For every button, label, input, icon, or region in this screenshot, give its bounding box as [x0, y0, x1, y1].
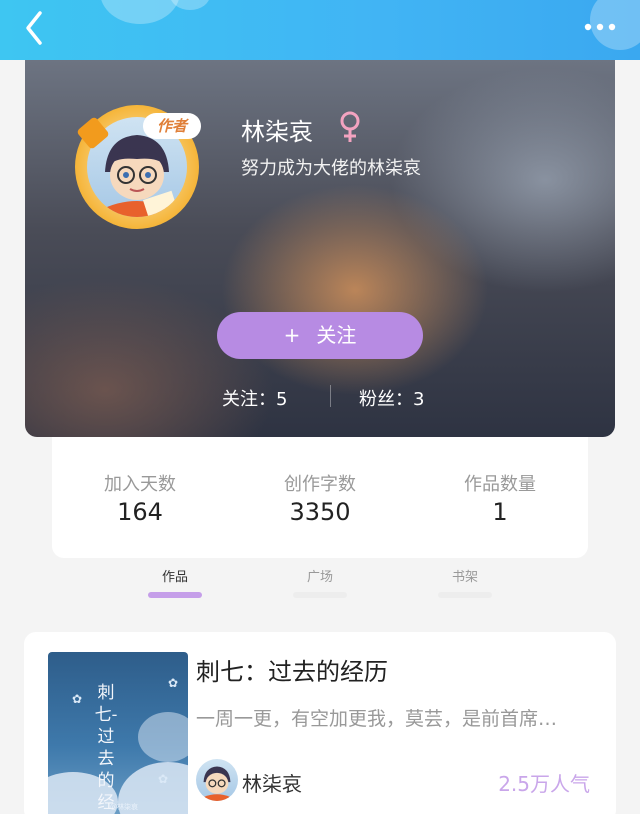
work-title[interactable]: 刺七：过去的经历	[196, 652, 388, 687]
popularity-count: 2.5万人气	[498, 772, 590, 796]
work-description: 一周一更，有空加更我，莫芸，是前首席…	[196, 708, 558, 730]
divider	[330, 385, 331, 407]
tab-indicator	[148, 592, 202, 598]
flower-icon: ✿	[168, 676, 179, 690]
follow-button[interactable]: + 关注	[217, 312, 423, 359]
chevron-left-icon	[26, 11, 42, 45]
stat-value: 1	[492, 498, 508, 526]
stat-value: 3350	[289, 498, 351, 526]
tab-indicator	[438, 592, 492, 598]
plus-icon: +	[283, 323, 301, 347]
cartoon-boy-icon	[203, 766, 231, 801]
more-button[interactable]	[580, 12, 620, 42]
user-signature: 努力成为大佬的林柒哀	[241, 158, 421, 179]
following-count[interactable]: 关注：5	[222, 385, 287, 411]
stat-word-count: 创作字数 3350	[250, 470, 390, 526]
more-dots-icon	[584, 23, 616, 31]
username: 林柒哀	[241, 118, 313, 146]
top-bar	[0, 0, 640, 60]
tab-works[interactable]: 作品	[145, 566, 205, 585]
stat-label: 创作字数	[284, 474, 356, 495]
tab-indicator	[293, 592, 347, 598]
cover-title: 刺七-过去的经历	[94, 683, 118, 813]
tab-square[interactable]: 广场	[290, 566, 350, 585]
stat-join-days: 加入天数 164	[70, 470, 210, 526]
avatar[interactable]: 作者	[75, 105, 205, 235]
stat-value: 164	[117, 498, 163, 526]
author-avatar[interactable]	[196, 759, 238, 801]
fans-count[interactable]: 粉丝：3	[359, 385, 424, 411]
stat-label: 加入天数	[104, 474, 176, 495]
cover-cloud	[138, 712, 188, 762]
decor-bubble	[170, 0, 210, 10]
flower-icon: ✿	[72, 692, 83, 706]
female-icon	[340, 111, 360, 142]
section-separator	[0, 604, 640, 632]
author-badge: 作者	[143, 113, 201, 139]
follow-label: 关注	[316, 323, 357, 347]
profile-header: 作者 林柒哀 努力成为大佬的林柒哀 + 关注 关注：5 粉丝：3	[25, 60, 615, 437]
stat-works-count: 作品数量 1	[430, 470, 570, 526]
cover-credit: @林柒哀	[110, 803, 138, 811]
stats-card: 加入天数 164 创作字数 3350 作品数量 1	[52, 437, 588, 558]
decor-bubble	[100, 0, 180, 24]
tab-bookshelf[interactable]: 书架	[435, 566, 495, 585]
stat-label: 作品数量	[464, 474, 536, 495]
work-card[interactable]: ✿ ✿ ✿ 刺七-过去的经历 @林柒哀 刺七：过去的经历 一周一更，有空加更我，…	[24, 632, 616, 814]
flower-icon: ✿	[158, 772, 169, 786]
book-cover[interactable]: ✿ ✿ ✿ 刺七-过去的经历 @林柒哀	[48, 652, 188, 814]
work-author-name[interactable]: 林柒哀	[242, 768, 302, 797]
back-button[interactable]	[18, 8, 58, 48]
